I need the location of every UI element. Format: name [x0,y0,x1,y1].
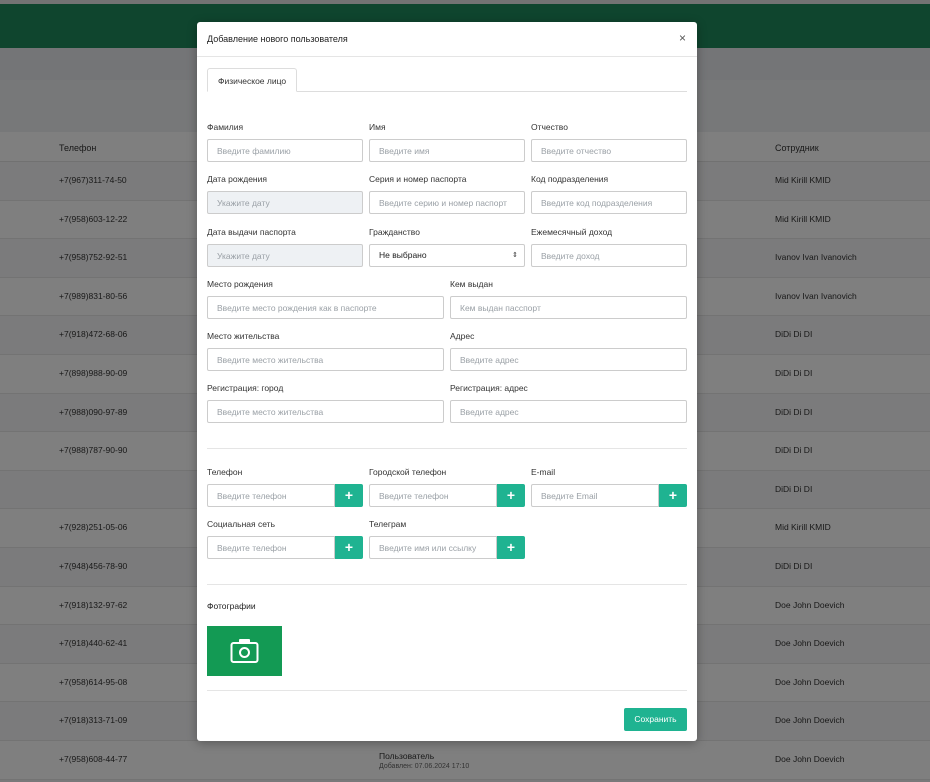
passport-date-input[interactable] [207,244,363,267]
division-code-label: Код подразделения [531,174,609,184]
residence-input[interactable] [207,348,444,371]
city-phone-label: Городской телефон [369,467,447,477]
issued-by-label: Кем выдан [450,279,493,289]
lastname-input[interactable] [207,139,363,162]
divider [207,584,687,585]
income-input[interactable] [531,244,687,267]
city-phone-input[interactable] [369,484,497,507]
birthplace-input[interactable] [207,296,444,319]
tab-individual[interactable]: Физическое лицо [207,68,298,92]
email-label: E-mail [531,467,556,477]
reg-address-input[interactable] [450,400,687,423]
social-label: Социальная сеть [207,519,275,529]
firstname-label: Имя [369,122,386,132]
add-telegram-button[interactable]: + [497,536,525,559]
add-photo-button[interactable] [207,626,282,676]
passport-label: Серия и номер паспорта [369,174,467,184]
plus-icon: + [344,487,354,503]
patronymic-label: Отчество [531,122,568,132]
telegram-label: Телеграм [369,519,407,529]
address-input[interactable] [450,348,687,371]
citizenship-select[interactable]: Не выбрано ⇕ [369,244,525,267]
camera-icon [230,639,259,663]
birthplace-label: Место рождения [207,279,273,289]
patronymic-input[interactable] [531,139,687,162]
address-label: Адрес [450,331,475,341]
plus-icon: + [344,539,354,555]
plus-icon: + [506,487,516,503]
phone-input[interactable] [207,484,335,507]
plus-icon: + [506,539,516,555]
select-arrow-icon: ⇕ [512,252,518,259]
telegram-input[interactable] [369,536,497,559]
citizenship-value: Не выбрано [379,250,427,260]
divider [207,690,687,691]
modal-title: Добавление нового пользователя [207,34,348,44]
reg-city-input[interactable] [207,400,444,423]
reg-city-label: Регистрация: город [207,383,284,393]
phone-label: Телефон [207,467,243,477]
add-city-phone-button[interactable]: + [497,484,525,507]
citizenship-label: Гражданство [369,227,420,237]
modal-header: Добавление нового пользователя × [197,22,697,57]
issued-by-input[interactable] [450,296,687,319]
photos-title: Фотографии [207,601,256,611]
firstname-input[interactable] [369,139,525,162]
divider [207,448,687,449]
add-social-button[interactable]: + [335,536,363,559]
add-phone-button[interactable]: + [335,484,363,507]
reg-address-label: Регистрация: адрес [450,383,528,393]
lastname-label: Фамилия [207,122,244,132]
passport-input[interactable] [369,191,525,214]
birthdate-label: Дата рождения [207,174,267,184]
passport-date-label: Дата выдачи паспорта [207,227,296,237]
birthdate-input[interactable] [207,191,363,214]
save-button[interactable]: Сохранить [624,708,687,731]
email-input[interactable] [531,484,659,507]
add-email-button[interactable]: + [659,484,687,507]
income-label: Ежемесячный доход [531,227,613,237]
plus-icon: + [668,487,678,503]
division-code-input[interactable] [531,191,687,214]
close-icon[interactable]: × [679,32,686,44]
add-user-modal: Добавление нового пользователя × Физичес… [197,22,697,741]
tab-bar: Физическое лицо [207,68,687,92]
residence-label: Место жительства [207,331,280,341]
social-input[interactable] [207,536,335,559]
